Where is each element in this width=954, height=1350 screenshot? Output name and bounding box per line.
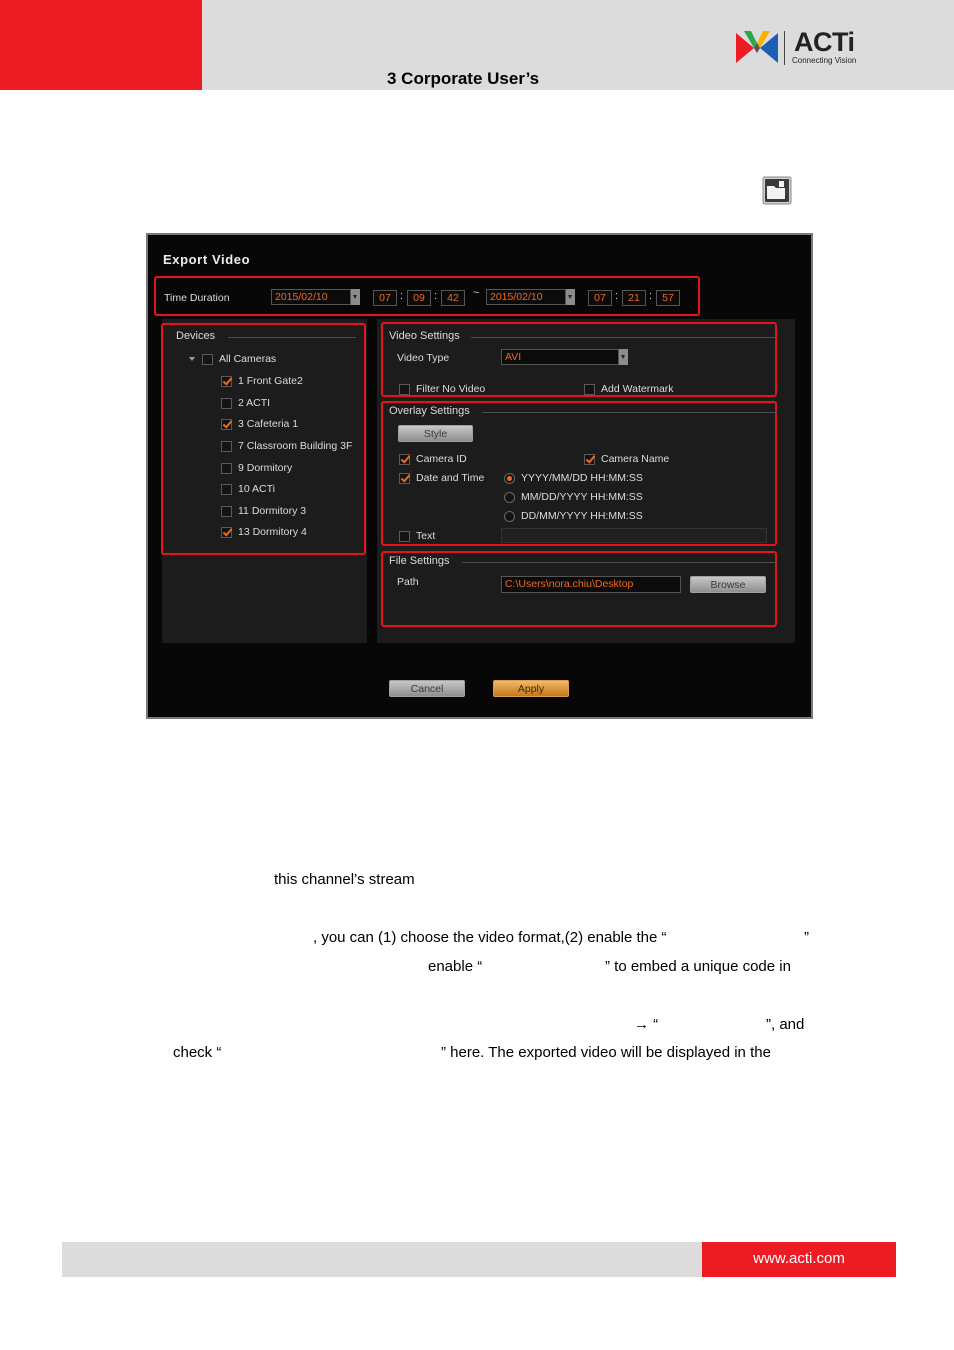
devices-title: Devices	[176, 330, 216, 342]
acti-logo-icon	[736, 31, 778, 63]
time-colon: :	[400, 290, 404, 302]
path-label: Path	[397, 576, 419, 588]
filter-no-video-label: Filter No Video	[416, 383, 486, 395]
body-text-check: check “	[173, 1044, 222, 1061]
time-colon: :	[649, 290, 653, 302]
date-time-label: Date and Time	[416, 472, 485, 484]
body-text-watermark-a: enable “	[428, 958, 483, 975]
browse-button[interactable]: Browse	[690, 576, 766, 593]
body-text-watermark-b: ” to embed a unique code in	[605, 958, 791, 975]
time-colon: :	[615, 290, 619, 302]
all-cameras-label: All Cameras	[219, 353, 277, 365]
camera-id-checkbox[interactable]	[399, 454, 410, 465]
start-minute-field[interactable]: 09	[407, 290, 431, 306]
logo-wordmark: ACTi	[794, 27, 855, 57]
body-text-arrow: → “	[634, 1016, 659, 1033]
body-text-arrow-end: ”, and	[766, 1016, 805, 1033]
all-cameras-checkbox[interactable]	[202, 354, 213, 365]
overlay-settings-title: Overlay Settings	[389, 405, 470, 417]
end-date-field[interactable]: 2015/02/10	[486, 289, 566, 305]
logo-tagline: Connecting Vision	[792, 56, 857, 65]
devices-title-line	[228, 337, 356, 338]
file-settings-title: File Settings	[389, 555, 450, 567]
body-text-check-end: ” here. The exported video will be displ…	[441, 1044, 771, 1061]
video-type-label: Video Type	[397, 352, 450, 364]
add-watermark-checkbox[interactable]	[584, 384, 595, 395]
range-separator: ~	[473, 287, 480, 299]
cancel-button[interactable]: Cancel	[389, 680, 465, 697]
video-settings-title: Video Settings	[389, 330, 460, 342]
export-video-dialog: Export Video Time Duration 2015/02/10 07…	[146, 233, 813, 719]
device-label: 10 ACTi	[238, 483, 275, 495]
device-checkbox[interactable]	[221, 527, 232, 538]
date-format-label: MM/DD/YYYY HH:MM:SS	[521, 491, 643, 503]
start-second-field[interactable]: 42	[441, 290, 465, 306]
device-label: 7 Classroom Building 3F	[238, 440, 353, 452]
text-overlay-label: Text	[416, 530, 436, 542]
video-settings-title-line	[471, 337, 777, 338]
end-hour-field[interactable]: 07	[588, 290, 612, 306]
date-format-radio[interactable]	[504, 492, 515, 503]
video-type-dropdown-icon[interactable]	[619, 349, 628, 365]
chapter-title: 3 Corporate User’s	[387, 69, 540, 88]
text-overlay-checkbox[interactable]	[399, 531, 410, 542]
header-red-block	[0, 0, 202, 90]
start-date-dropdown-icon[interactable]	[351, 289, 360, 305]
video-type-select[interactable]: AVI	[501, 349, 619, 365]
path-input[interactable]: C:\Users\nora.chiu\Desktop	[501, 576, 681, 593]
apply-button[interactable]: Apply	[493, 680, 569, 697]
body-text-format-end: ”	[804, 929, 809, 946]
start-date-field[interactable]: 2015/02/10	[271, 289, 351, 305]
time-duration-label: Time Duration	[164, 292, 230, 304]
end-minute-field[interactable]: 21	[622, 290, 646, 306]
device-checkbox[interactable]	[221, 463, 232, 474]
device-checkbox[interactable]	[221, 441, 232, 452]
date-format-label: YYYY/MM/DD HH:MM:SS	[521, 472, 643, 484]
overlay-settings-title-line	[482, 412, 777, 413]
device-label: 1 Front Gate2	[238, 375, 303, 387]
device-label: 13 Dormitory 4	[238, 526, 307, 538]
body-text-stream: this channel’s stream	[274, 871, 415, 888]
body-text-format: , you can (1) choose the video format,(2…	[313, 929, 667, 946]
style-button[interactable]: Style	[398, 425, 473, 442]
device-checkbox[interactable]	[221, 506, 232, 517]
device-checkbox[interactable]	[221, 398, 232, 409]
file-settings-title-line	[462, 562, 777, 563]
device-label: 11 Dormitory 3	[238, 505, 307, 517]
camera-id-label: Camera ID	[416, 453, 467, 465]
time-colon: :	[434, 290, 438, 302]
device-checkbox[interactable]	[221, 419, 232, 430]
acti-logo: ACTi Connecting Vision	[734, 27, 874, 69]
start-hour-field[interactable]: 07	[373, 290, 397, 306]
date-format-radio[interactable]	[504, 511, 515, 522]
footer-url[interactable]: www.acti.com	[702, 1242, 896, 1277]
end-second-field[interactable]: 57	[656, 290, 680, 306]
tree-expand-icon[interactable]	[189, 357, 195, 361]
device-label: 3 Cafeteria 1	[238, 418, 299, 430]
logo-divider	[784, 31, 785, 65]
text-overlay-input[interactable]	[501, 528, 767, 543]
dialog-title: Export Video	[163, 252, 251, 267]
date-time-checkbox[interactable]	[399, 473, 410, 484]
footer-bar	[62, 1242, 702, 1277]
export-folder-icon	[762, 176, 792, 205]
device-label: 2 ACTI	[238, 397, 271, 409]
add-watermark-label: Add Watermark	[601, 383, 674, 395]
filter-no-video-checkbox[interactable]	[399, 384, 410, 395]
camera-name-checkbox[interactable]	[584, 454, 595, 465]
device-label: 9 Dormitory	[238, 462, 293, 474]
date-format-radio[interactable]	[504, 473, 515, 484]
camera-name-label: Camera Name	[601, 453, 670, 465]
device-checkbox[interactable]	[221, 376, 232, 387]
device-checkbox[interactable]	[221, 484, 232, 495]
end-date-dropdown-icon[interactable]	[566, 289, 575, 305]
date-format-label: DD/MM/YYYY HH:MM:SS	[521, 510, 643, 522]
